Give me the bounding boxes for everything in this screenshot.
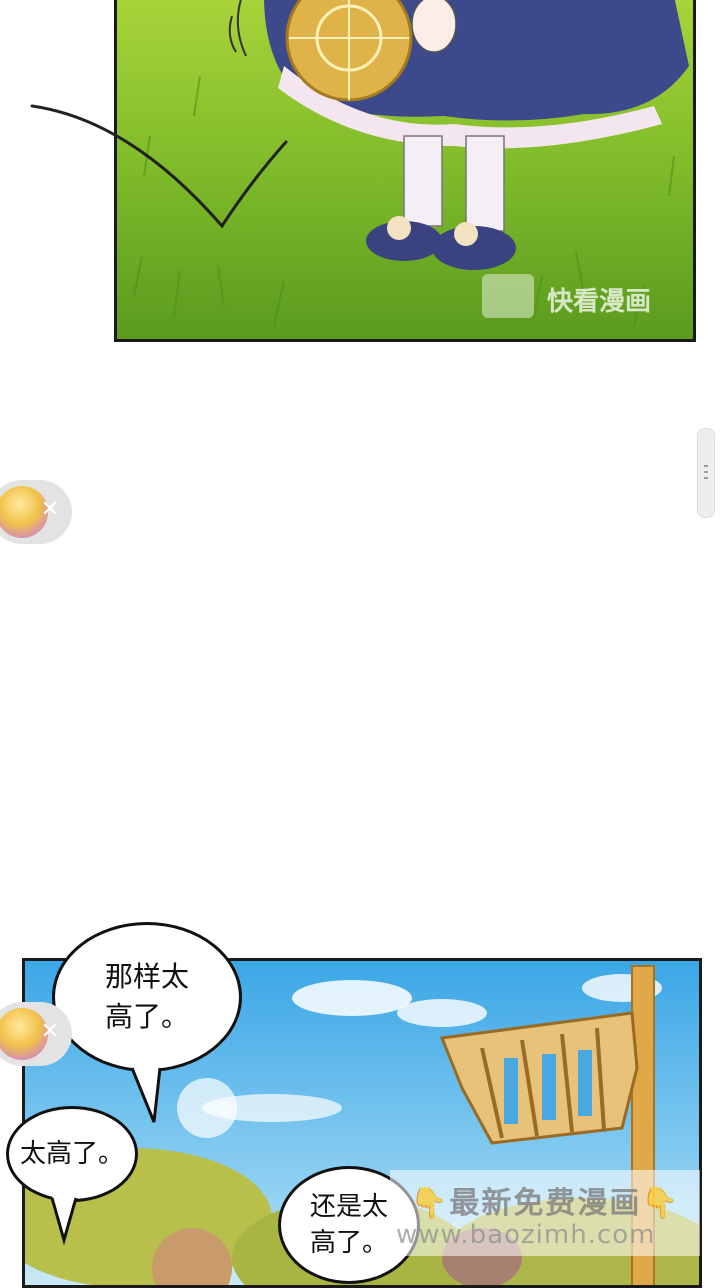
swoosh-line [30, 104, 288, 229]
hand [411, 0, 457, 53]
speech-bubble-2-tail [50, 1196, 78, 1246]
speech-bubble-1: 那样太 高了。 [52, 922, 242, 1072]
right-leg [465, 135, 505, 232]
site-watermark-line1: 👇最新免费漫画👇 [410, 1186, 681, 1221]
speech-bubble-2: 太高了。 [6, 1106, 138, 1202]
floating-promo-widget[interactable]: ✕ [0, 480, 72, 544]
close-icon[interactable]: ✕ [38, 498, 62, 522]
speech-bubble-1-tail [130, 1066, 162, 1123]
site-watermark-url: www.baozimh.com [396, 1220, 656, 1250]
close-icon[interactable]: ✕ [38, 1020, 62, 1044]
scroll-handle[interactable] [697, 428, 715, 518]
kuaikan-watermark: 快看漫画 [547, 287, 652, 317]
left-leg [403, 135, 443, 227]
floating-promo-widget-2[interactable]: ✕ [0, 1002, 72, 1066]
